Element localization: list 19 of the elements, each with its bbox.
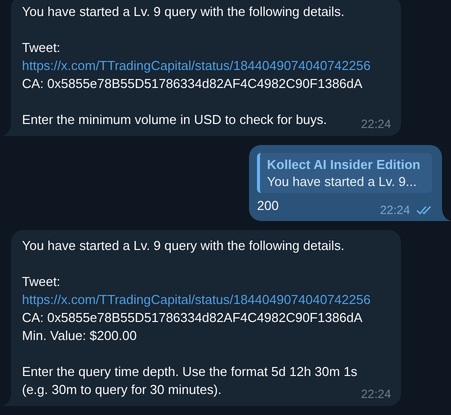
message-text: You have started a Lv. 9 query with the following details. — [22, 237, 344, 255]
message-text: (e.g. 30m to query for 30 minutes). — [22, 381, 222, 399]
message-text: Min. Value: $200.00 — [22, 327, 137, 345]
message-text: CA: 0x5855e78B55D51786334d82AF4C4982C90F1386dA — [22, 309, 362, 327]
tweet-link[interactable]: https://x.com/TTradingCapital/status/1844049074040742256 — [22, 291, 371, 309]
message-time: 22:24 — [360, 386, 391, 403]
message-text: 200 — [257, 197, 279, 215]
reply-sender: Kollect AI Insider Edition — [267, 156, 422, 173]
message-text: Enter the query time depth. Use the format 5d 12h 30m 1s — [22, 363, 358, 381]
message-time: 22:24 — [360, 116, 391, 133]
message-text: CA: 0x5855e78B55D51786334d82AF4C4982C90F1386dA — [22, 75, 362, 93]
message-text: Enter the minimum volume in USD to check for buys. — [22, 111, 327, 129]
reply-text: You have started a Lv. 9... — [267, 173, 418, 190]
message-time: 22:24 — [380, 202, 410, 219]
message-text: You have started a Lv. 9 query with the following details. — [22, 3, 344, 21]
reply-quote[interactable]: Kollect AI Insider Edition You have started a Lv. 9... — [257, 153, 432, 193]
message-text: Tweet: — [22, 39, 60, 57]
message-text: Tweet: — [22, 273, 60, 291]
tweet-link[interactable]: https://x.com/TTradingCapital/status/1844049074040742256 — [22, 57, 371, 75]
